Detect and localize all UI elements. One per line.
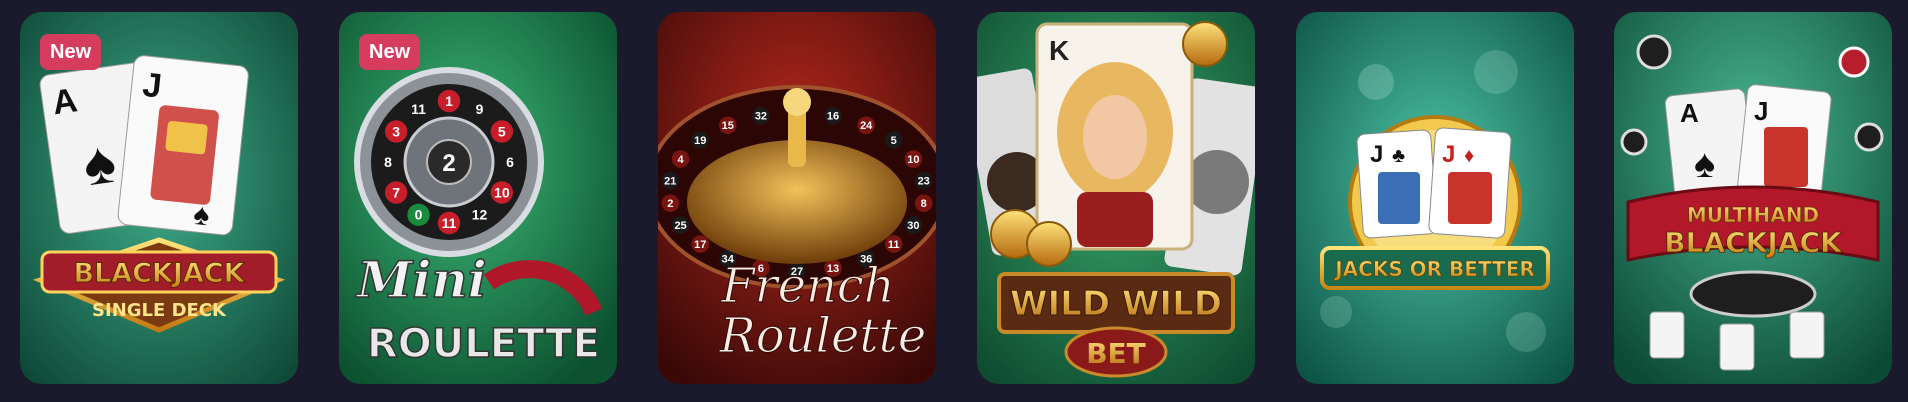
game-title-line-2: Roulette [719,308,927,364]
wheel-number: 23 [918,176,930,188]
card-jack: J ♠ [117,55,249,236]
wheel-number: 11 [442,215,457,231]
wild-wild-bet-artwork: K WILD WILD BET [977,12,1255,384]
card-2-rank: J [1754,96,1768,126]
card-ace-rank: A [50,81,80,122]
coin-icon [1026,221,1072,267]
coin-icon [1182,21,1228,67]
wheel-center-number: 2 [442,150,455,177]
game-tile-french-roulette[interactable]: 331624510238301136132763417252214191532 … [658,12,936,384]
game-title-line-1: WILD WILD [1010,284,1222,324]
card-1-rank: A [1680,98,1699,128]
game-tile-wild-wild-bet[interactable]: K WILD WILD BET [977,12,1255,384]
chip-icon [1620,128,1648,156]
mini-roulette-wheel: 1 956 10 12 11 0783 11 2 [354,67,544,257]
wheel-number: 3 [392,123,400,139]
game-title-line-2: ROULETTE [367,321,600,367]
chip-icon [1838,46,1870,78]
wheel-number: 10 [494,184,510,200]
wheel-number: 0 [415,207,423,223]
wheel-number: 5 [498,123,506,139]
game-tile-jacks-or-better[interactable]: J ♣ J ♦ JACKS OR BETTER [1296,12,1574,384]
card-2-rank: J [1442,141,1455,168]
jacks-or-better-artwork: J ♣ J ♦ JACKS OR BETTER [1296,12,1574,384]
game-title-line-2: SINGLE DECK [92,300,227,321]
wheel-number: 32 [755,111,767,123]
french-roulette-artwork: 331624510238301136132763417252214191532 … [658,12,936,384]
chip-icon [1636,34,1672,70]
wheel-number: 16 [827,111,839,123]
wheel-number: 25 [674,220,686,232]
game-title-line-1: MULTIHAND [1687,203,1819,227]
wheel-number: 15 [722,120,734,132]
game-title-line-1: Mini [355,250,487,309]
game-tile-mini-roulette[interactable]: 1 9 5 6 10 12 11 0 7 8 3 11 2 Mini ROULETTE New [339,12,617,384]
wheel-number: 11 [411,101,426,117]
wheel-number: 12 [472,207,488,223]
card-jack-rank: J [141,66,164,106]
wheel-number: 7 [392,184,400,200]
wheel-number: 9 [476,101,484,117]
chip-icon [1854,122,1884,152]
wheel-number: 30 [907,220,919,232]
wheel-number: 1 [445,93,453,109]
card-rank: K [1049,35,1069,66]
wheel-number: 17 [694,239,706,251]
new-badge: New [40,34,102,70]
wheel-number: 5 [891,135,897,147]
game-title-line-1: BLACKJACK [73,258,245,289]
wheel-number: 19 [694,135,706,147]
svg-text:♠: ♠ [1694,142,1715,186]
game-title-line-2: BET [1086,337,1146,370]
wheel-number: 24 [860,120,873,132]
wheel-number: 8 [921,198,927,210]
card-1-rank: J [1370,141,1383,168]
game-tile-multihand-blackjack[interactable]: A ♠ J MULTIHAND BLACKJACK [1614,12,1892,384]
game-tiles-row: A ♠ J ♠ BLACKJACK SINGLE DECK New 1 9 5 … [0,0,1908,402]
wheel-number: 21 [664,176,676,188]
wheel-number: 2 [667,198,673,210]
game-title: JACKS OR BETTER [1333,257,1535,281]
wheel-number: 4 [678,154,685,166]
wheel-number: 10 [907,154,919,166]
new-badge: New [359,34,421,70]
svg-text:♣: ♣ [1392,145,1405,167]
multihand-blackjack-artwork: A ♠ J MULTIHAND BLACKJACK [1614,12,1892,384]
wheel-number: 8 [384,154,392,170]
svg-text:♦: ♦ [1464,145,1474,167]
chip-stack [1689,270,1817,318]
game-tile-blackjack-single-deck[interactable]: A ♠ J ♠ BLACKJACK SINGLE DECK New [20,12,298,384]
game-title-line-2: BLACKJACK [1664,226,1843,259]
game-title-line-1: French [720,258,894,314]
wheel-number: 11 [888,239,900,251]
wheel-number: 6 [506,154,514,170]
